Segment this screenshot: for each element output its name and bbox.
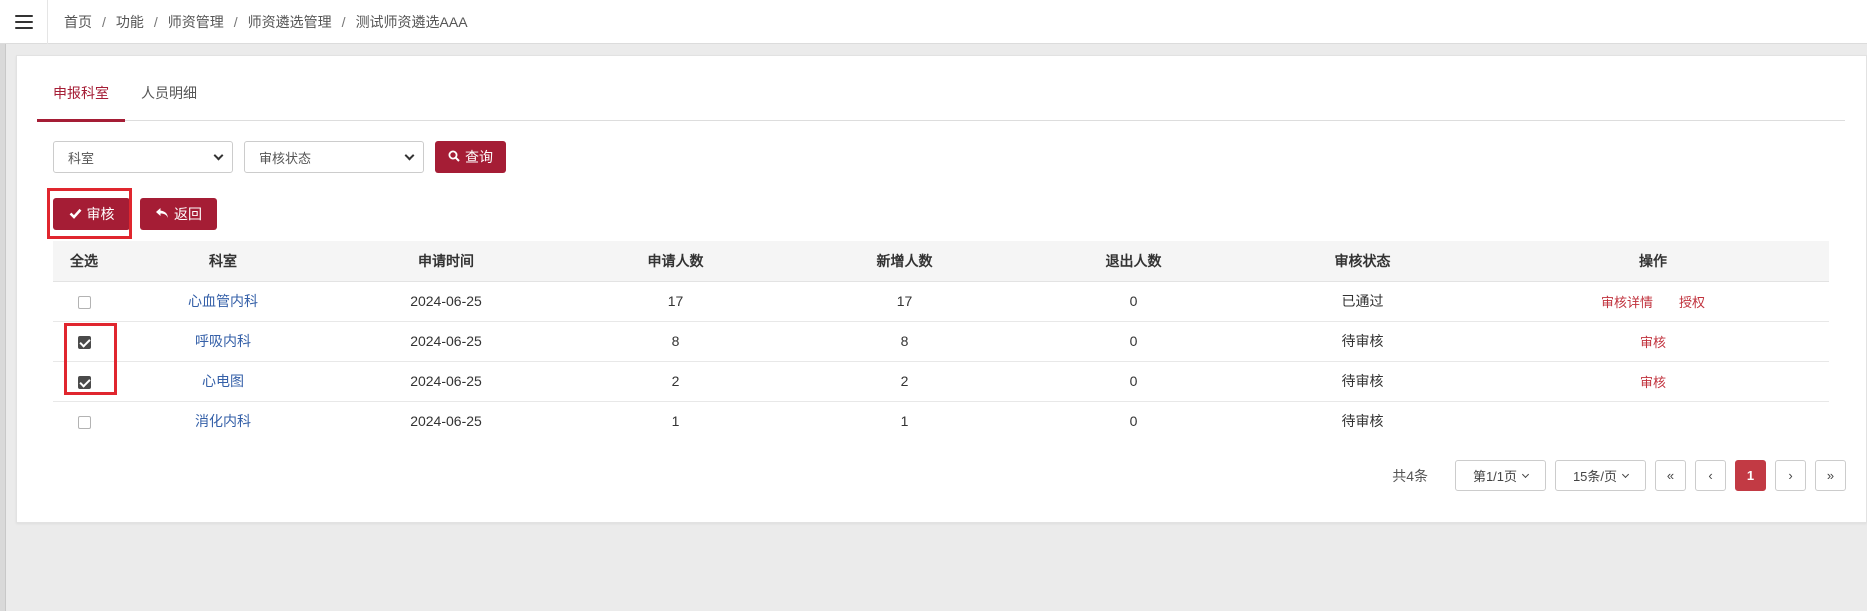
top-bar: 首页 / 功能 / 师资管理 / 师资遴选管理 / 测试师资遴选AAA xyxy=(0,0,1867,44)
added-count: 8 xyxy=(790,321,1019,362)
review-status: 待审核 xyxy=(1248,361,1477,402)
review-link[interactable]: 审核 xyxy=(1640,375,1666,390)
review-status: 已通过 xyxy=(1248,281,1477,322)
applicant-count: 1 xyxy=(671,413,680,430)
approve-button[interactable]: 审核 xyxy=(53,198,130,230)
approve-button-label: 审核 xyxy=(86,206,115,222)
table-row: 心血管内科 2024-06-25 17 17 0 已通过 审核详情 授权 xyxy=(53,281,1829,322)
applicant-count: 17 xyxy=(561,281,790,322)
department-link[interactable]: 心电图 xyxy=(202,373,244,389)
page-info-label: 第1/1页 xyxy=(1472,469,1518,484)
withdrawn-count: 0 xyxy=(1019,361,1248,402)
pagination: 共4条 第1/1页 15条/页 « ‹ 1 › » xyxy=(1392,460,1846,491)
review-link[interactable]: 审核 xyxy=(1640,335,1666,350)
status-select[interactable]: 审核状态 xyxy=(244,141,424,173)
apply-date: 2024-06-25 xyxy=(331,361,561,402)
search-icon xyxy=(448,150,460,165)
column-header: 申请时间 xyxy=(331,241,561,282)
first-page-button[interactable]: « xyxy=(1655,460,1686,491)
row-checkbox[interactable] xyxy=(77,295,91,309)
column-header: 新增人数 xyxy=(790,241,1019,282)
added-count: 17 xyxy=(790,281,1019,322)
select-all-header[interactable]: 全选 xyxy=(53,241,115,282)
breadcrumb-separator: / xyxy=(341,13,346,30)
review-status: 待审核 xyxy=(1341,413,1384,430)
tab-department-application[interactable]: 申报科室 xyxy=(37,81,125,122)
chevron-down-icon xyxy=(1621,470,1630,478)
table-row: 心电图 2024-06-25 2 2 0 待审核 审核 xyxy=(53,361,1829,402)
table-row: 消化内科 2024-06-25 1 1 0 待审核 xyxy=(53,401,1829,441)
prev-page-button[interactable]: ‹ xyxy=(1695,460,1726,491)
next-page-button[interactable]: › xyxy=(1775,460,1806,491)
action-bar: 审核 返回 xyxy=(53,198,217,230)
main-panel: 申报科室 人员明细 科室 审核状态 查询 审核 返回 全选 科室 申请时间 申请… xyxy=(16,55,1867,523)
breadcrumb-item-faculty[interactable]: 师资管理 xyxy=(168,12,224,32)
department-select-value: 科室 xyxy=(68,150,95,166)
page-info-select[interactable]: 第1/1页 xyxy=(1455,460,1546,491)
reply-arrow-icon xyxy=(155,207,169,222)
department-link[interactable]: 呼吸内科 xyxy=(195,333,251,349)
page-size-select[interactable]: 15条/页 xyxy=(1555,460,1646,491)
department-select[interactable]: 科室 xyxy=(53,141,233,173)
apply-date: 2024-06-25 xyxy=(331,281,561,322)
check-icon xyxy=(69,207,82,222)
tab-staff-details[interactable]: 人员明细 xyxy=(125,81,213,121)
breadcrumb-item-home[interactable]: 首页 xyxy=(64,12,92,32)
breadcrumb-item-current: 测试师资遴选AAA xyxy=(355,13,468,30)
row-checkbox[interactable] xyxy=(77,375,91,389)
withdrawn-count: 0 xyxy=(1019,321,1248,362)
left-edge xyxy=(0,0,6,611)
apply-date: 2024-06-25 xyxy=(410,413,482,430)
filter-bar: 科室 审核状态 查询 xyxy=(53,141,506,173)
chevron-down-icon xyxy=(1521,470,1530,478)
department-link[interactable]: 心血管内科 xyxy=(188,293,258,309)
total-count: 共4条 xyxy=(1392,467,1428,484)
table-header-row: 全选 科室 申请时间 申请人数 新增人数 退出人数 审核状态 操作 xyxy=(53,241,1829,282)
column-header: 操作 xyxy=(1477,241,1829,282)
column-header: 申请人数 xyxy=(561,241,790,282)
added-count: 2 xyxy=(790,361,1019,402)
added-count: 1 xyxy=(900,413,909,430)
department-table: 全选 科室 申请时间 申请人数 新增人数 退出人数 审核状态 操作 心血管内科 … xyxy=(53,241,1829,441)
review-details-link[interactable]: 审核详情 xyxy=(1601,295,1653,310)
page-1-button[interactable]: 1 xyxy=(1735,460,1766,491)
applicant-count: 2 xyxy=(561,361,790,402)
table-row: 呼吸内科 2024-06-25 8 8 0 待审核 审核 xyxy=(53,321,1829,362)
chevron-down-icon xyxy=(404,150,415,161)
apply-date: 2024-06-25 xyxy=(331,321,561,362)
breadcrumb-item-function[interactable]: 功能 xyxy=(116,12,144,32)
operations-empty xyxy=(1477,401,1829,441)
tab-bar: 申报科室 人员明细 xyxy=(37,81,1845,122)
department-link[interactable]: 消化内科 xyxy=(195,413,251,429)
page-size-label: 15条/页 xyxy=(1572,469,1618,484)
withdrawn-count: 0 xyxy=(1129,413,1138,430)
row-checkbox[interactable] xyxy=(77,335,91,349)
applicant-count: 8 xyxy=(561,321,790,362)
row-checkbox[interactable] xyxy=(77,416,91,430)
column-header: 审核状态 xyxy=(1248,241,1477,282)
chevron-down-icon xyxy=(213,150,224,161)
column-header: 科室 xyxy=(115,241,331,282)
breadcrumb: 首页 / 功能 / 师资管理 / 师资遴选管理 / 测试师资遴选AAA xyxy=(48,12,468,32)
breadcrumb-separator: / xyxy=(153,13,158,30)
query-button-label: 查询 xyxy=(465,149,493,165)
back-button[interactable]: 返回 xyxy=(140,198,217,230)
breadcrumb-item-selection[interactable]: 师资遴选管理 xyxy=(248,12,332,32)
review-status: 待审核 xyxy=(1248,321,1477,362)
breadcrumb-separator: / xyxy=(102,13,106,30)
menu-toggle-icon[interactable] xyxy=(0,0,48,44)
authorize-link[interactable]: 授权 xyxy=(1679,295,1705,310)
withdrawn-count: 0 xyxy=(1019,281,1248,322)
last-page-button[interactable]: » xyxy=(1815,460,1846,491)
back-button-label: 返回 xyxy=(174,206,202,222)
query-button[interactable]: 查询 xyxy=(435,141,506,173)
column-header: 退出人数 xyxy=(1019,241,1248,282)
status-select-value: 审核状态 xyxy=(259,150,312,166)
breadcrumb-separator: / xyxy=(233,13,238,30)
